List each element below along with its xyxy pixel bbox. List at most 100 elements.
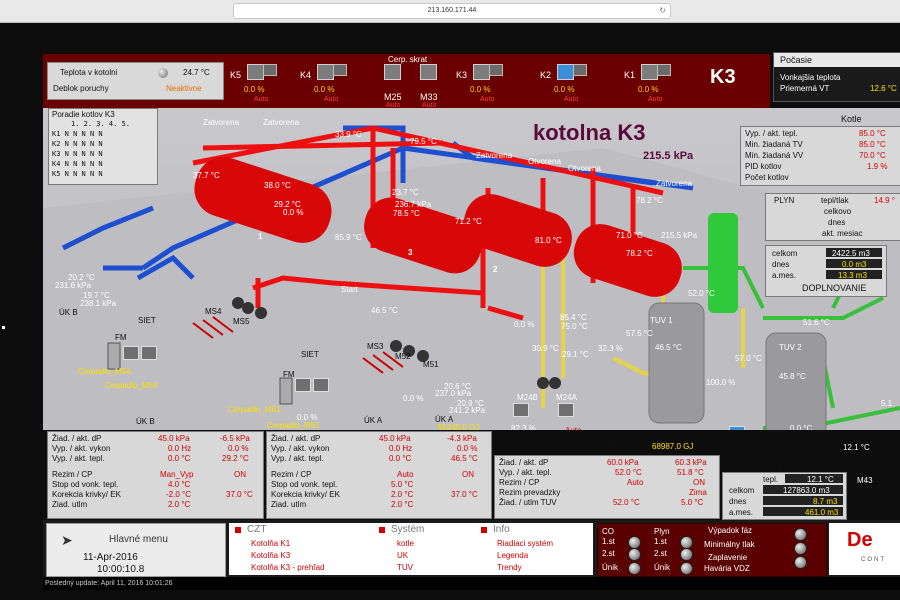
nav-link-k1[interactable]: Kotolňa K1 <box>251 539 290 548</box>
nav-link-tuv[interactable]: TUV <box>397 563 413 572</box>
alarm-lamp-icon <box>794 528 807 541</box>
nav-link-kotle[interactable]: kotle <box>397 539 414 548</box>
sv-label: dnes <box>729 497 747 506</box>
nav-link-k3[interactable]: Kotolňa K3 <box>251 551 290 560</box>
water-value: 0.0 m3 <box>842 260 867 269</box>
pump-switch-icon[interactable] <box>641 64 658 80</box>
pump-switch-icon[interactable] <box>295 378 311 392</box>
diagram-label: M24A <box>556 393 577 402</box>
diagram-label: 38.0 °C <box>264 181 291 190</box>
alarm-lamp-icon <box>680 548 693 561</box>
pump-mode: Auto <box>480 96 495 103</box>
nav-link-uk[interactable]: UK <box>397 551 408 560</box>
outdoor-temp-label: Vonkajšia teplota <box>780 73 841 82</box>
main-menu-label[interactable]: Hlavné menu <box>109 534 168 545</box>
kotle-label: Počet kotlov <box>745 173 789 182</box>
nav-link-control[interactable]: Riadiaci systém <box>497 539 553 548</box>
diagram-label: 30.9 °C <box>532 344 559 353</box>
boiler-order-k4: K4 N N N N N <box>52 160 103 168</box>
current-time: 10:00:10.8 <box>97 564 145 575</box>
pump-state-icon <box>657 64 671 76</box>
diagram-label: M51 <box>423 360 439 369</box>
sv-title: SV <box>776 460 790 471</box>
deblok-value[interactable]: Neaktivne <box>166 84 202 93</box>
arrow-left-icon[interactable]: ➤ <box>61 532 73 549</box>
pump-label: K3 <box>456 70 468 80</box>
pump-switch-icon[interactable] <box>473 64 490 80</box>
sv-label: a.mes. <box>729 508 754 517</box>
pump-switch-icon[interactable] <box>420 64 437 80</box>
pump-switch-icon[interactable] <box>384 64 401 80</box>
main-pressure: 215.5 kPa <box>643 150 694 162</box>
nav-links: CZT Kotolňa K1 Kotolňa K3 Kotolňa K3 - p… <box>229 523 593 575</box>
sv-panel: tepl. 12.1 °C celkom 127863.0 m3 dnes 8.… <box>722 472 847 520</box>
tuv-title: TÚV <box>595 436 615 447</box>
diagram-label: ÚK B <box>59 308 78 317</box>
diagram-label: 33.9 °C <box>335 130 362 139</box>
pump-switch-icon[interactable] <box>247 64 264 80</box>
diagram-label: 75.0 °C <box>561 322 588 331</box>
page-title: kotolna K3 <box>533 120 646 145</box>
water-value: 13.3 m3 <box>838 271 867 280</box>
pump-mode: Auto <box>564 96 579 103</box>
nav-link-trends[interactable]: Trendy <box>497 563 522 572</box>
kotle-label: Vyp. / akt. tepl. <box>745 129 798 138</box>
pump-switch-icon[interactable] <box>123 346 139 360</box>
diagram-label: M52 <box>395 352 411 361</box>
pump-switch-icon[interactable] <box>317 64 334 80</box>
pump-switch-icon[interactable] <box>513 403 529 417</box>
main-menu-box[interactable]: ➤ Hlavné menu 11-Apr-2016 10:00:10.8 <box>46 523 226 577</box>
edge-marker <box>2 326 5 329</box>
address-text: 213.160.171.44 <box>427 7 477 14</box>
alarm-lamp-icon <box>794 556 807 569</box>
diagram-label: TUV 1 <box>650 316 673 325</box>
gas-panel: PLYN tepl/tlak 14.9 ° celkovo dnes akt. … <box>765 193 900 241</box>
alarm-co: CO <box>602 527 614 536</box>
boiler-number: 2 <box>493 265 498 274</box>
pump-k2[interactable]: K2 0.0 % Auto <box>540 58 588 106</box>
pump-switch-icon[interactable] <box>313 378 329 392</box>
nav-link-k3-overview[interactable]: Kotolňa K3 - prehľad <box>251 563 325 572</box>
pump-k3[interactable]: K3 0.0 % Auto <box>456 58 504 106</box>
boiler-number: 1 <box>258 232 263 241</box>
nav-link-legend[interactable]: Legenda <box>497 551 528 560</box>
pump-k1[interactable]: K1 0.0 % Auto <box>624 58 672 106</box>
avg-temp-value: 12.6 °C <box>870 84 897 93</box>
pump-k4[interactable]: K4 0.0 % Auto <box>300 58 348 106</box>
diagram-label: Cerpadlo_M51 <box>267 421 320 430</box>
diagram-label: Otvorena <box>528 157 561 166</box>
diagram-label: Zatvorena <box>656 179 693 188</box>
address-bar[interactable]: 213.160.171.44 ↻ <box>233 3 671 19</box>
alarm-co-2st: 2.st <box>602 549 615 558</box>
diagram-label: 238.1 kPa <box>80 299 117 308</box>
diagram-label: Cerpadlo_M51 <box>228 405 281 414</box>
current-date: 11-Apr-2016 <box>83 552 138 563</box>
diagram-label: 51.6 °C <box>803 318 830 327</box>
diagram-label: 237.0 kPa <box>435 389 472 398</box>
gas-label: akt. mesiac <box>822 229 863 238</box>
gas-title: PLYN <box>774 196 795 205</box>
pump-switch-icon[interactable] <box>557 64 574 80</box>
pump-switch-icon[interactable] <box>729 426 745 430</box>
uka-panel: Žiad. / akt. dP 45.0 kPa -4.3 kPa Vyp. / a… <box>266 431 492 519</box>
gas-label: dnes <box>828 218 846 227</box>
boiler-room-code: K3 <box>710 66 736 88</box>
diagram-label: Zatvorena <box>476 151 513 160</box>
sv-value: 127863.0 m3 <box>783 486 830 495</box>
pump-switch-icon[interactable] <box>141 346 157 360</box>
alarm-lamp-icon <box>680 562 693 575</box>
pump-k5[interactable]: K5 0.0 % Auto <box>230 58 278 106</box>
pump-state-icon <box>489 64 503 76</box>
diagram-label: 236.7 kPa <box>395 200 432 209</box>
diagram-label: 71.2 °C <box>455 217 482 226</box>
diagram-label: Start <box>341 285 358 294</box>
diagram-label: Cerpadlo_M54 <box>105 381 158 390</box>
deblok-label: Deblok poruchy <box>53 84 109 93</box>
reload-icon[interactable]: ↻ <box>659 4 666 18</box>
sv-value: 461.0 m3 <box>805 508 839 517</box>
water-label: dnes <box>772 260 790 269</box>
pump-switch-icon[interactable] <box>558 403 574 417</box>
pump-mode: Auto <box>324 96 339 103</box>
diagram-label: 79.5 °C <box>410 137 437 146</box>
water-value: 2422.5 m3 <box>832 249 870 258</box>
